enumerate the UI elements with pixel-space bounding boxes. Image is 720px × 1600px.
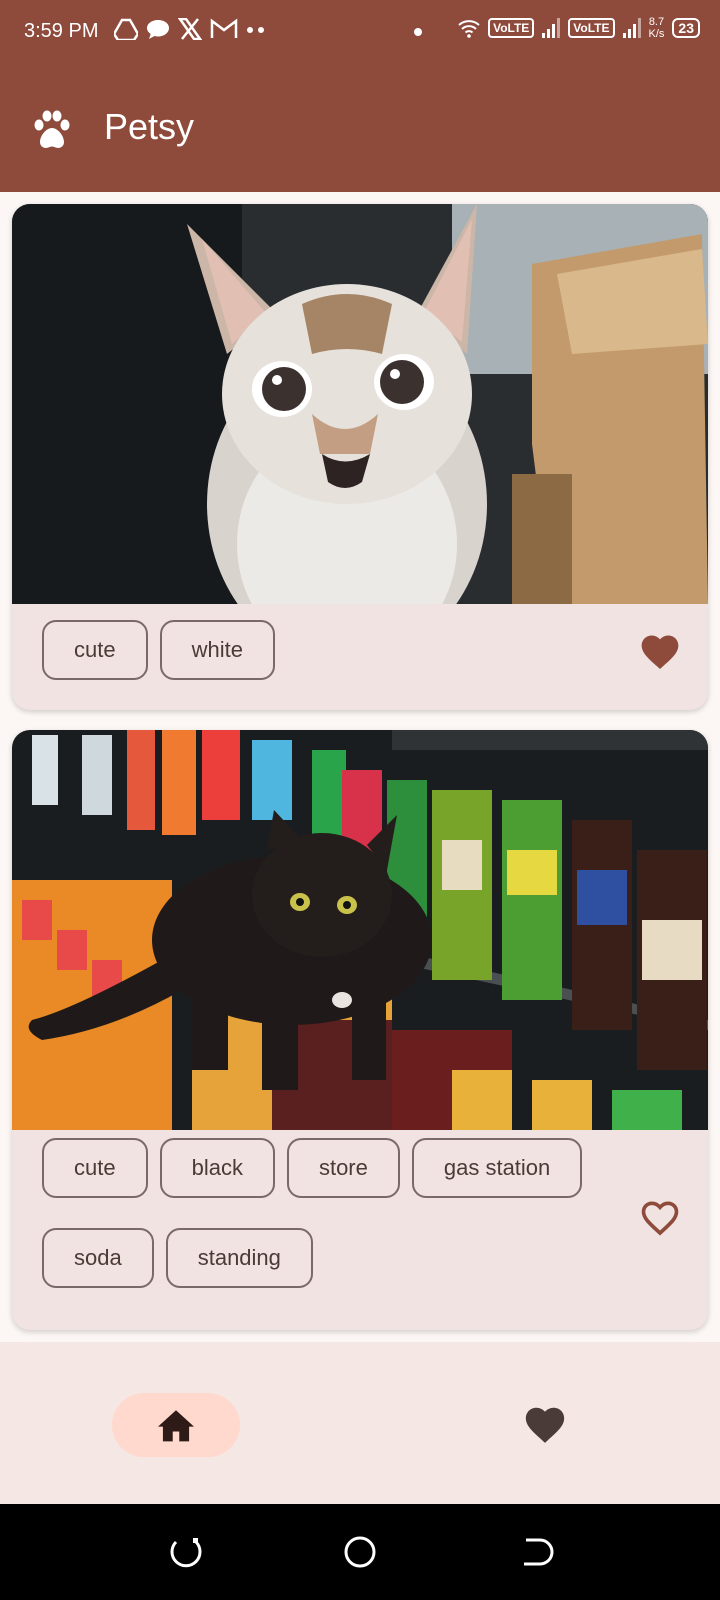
tag-chip[interactable]: black bbox=[159, 1138, 275, 1198]
notification-dot bbox=[414, 28, 422, 36]
battery-indicator: 23 bbox=[672, 18, 700, 38]
white-cat-photo bbox=[12, 204, 708, 604]
back-icon[interactable] bbox=[514, 1532, 554, 1572]
app-bar: Petsy bbox=[0, 64, 720, 192]
sim1-volte-badge: VoLTE bbox=[488, 18, 535, 38]
system-status: VoLTE VoLTE 8.7 K/s 23 bbox=[458, 16, 700, 40]
chat-icon bbox=[147, 20, 169, 39]
status-bar: 3:59 PM VoLTE VoLTE 8.7 K/s 23 bbox=[0, 0, 720, 64]
network-speed-value: 8.7 bbox=[648, 16, 665, 28]
black-cat-photo bbox=[12, 730, 708, 1130]
tag-chip[interactable]: soda bbox=[42, 1228, 154, 1288]
app-title: Petsy bbox=[104, 106, 195, 147]
sim2-volte-badge: VoLTE bbox=[568, 18, 615, 38]
nav-home-button[interactable] bbox=[112, 1393, 240, 1457]
tag-chip[interactable]: store bbox=[286, 1138, 400, 1198]
home-icon bbox=[158, 1410, 194, 1442]
more-dots-icon bbox=[247, 27, 264, 33]
gmail-icon bbox=[210, 18, 238, 38]
tag-list: cute white bbox=[42, 620, 618, 680]
network-speed: 8.7 K/s bbox=[649, 16, 665, 40]
notification-icons bbox=[114, 18, 266, 40]
pet-card: cute white bbox=[12, 204, 708, 710]
tag-chip[interactable]: gas station bbox=[411, 1138, 583, 1198]
paw-icon bbox=[34, 110, 70, 148]
signal-strength-2-icon bbox=[622, 18, 641, 38]
heart-outline-icon[interactable] bbox=[638, 1196, 682, 1240]
status-time: 3:59 PM bbox=[24, 20, 99, 42]
heart-filled-icon[interactable] bbox=[638, 630, 682, 674]
pet-card: cute black store gas station soda standi… bbox=[12, 730, 708, 1330]
tag-chip[interactable]: white bbox=[159, 620, 275, 680]
heart-icon[interactable] bbox=[522, 1402, 568, 1448]
tag-chip[interactable]: cute bbox=[42, 620, 148, 680]
tag-chip[interactable]: standing bbox=[165, 1228, 313, 1288]
home-circle-icon[interactable] bbox=[340, 1532, 380, 1572]
signal-strength-1-icon bbox=[542, 18, 561, 38]
network-speed-unit: K/s bbox=[648, 28, 665, 40]
pet-feed[interactable]: cute white cute black store gas station … bbox=[0, 192, 720, 1342]
x-icon bbox=[178, 18, 202, 40]
wifi-icon bbox=[458, 20, 480, 38]
tag-chip[interactable]: cute bbox=[42, 1138, 148, 1198]
recents-icon[interactable] bbox=[166, 1532, 206, 1572]
drive-icon bbox=[114, 18, 138, 40]
tag-list: cute black store gas station soda standi… bbox=[42, 1138, 618, 1288]
bottom-navigation bbox=[0, 1342, 720, 1504]
system-navigation-bar bbox=[0, 1504, 720, 1600]
